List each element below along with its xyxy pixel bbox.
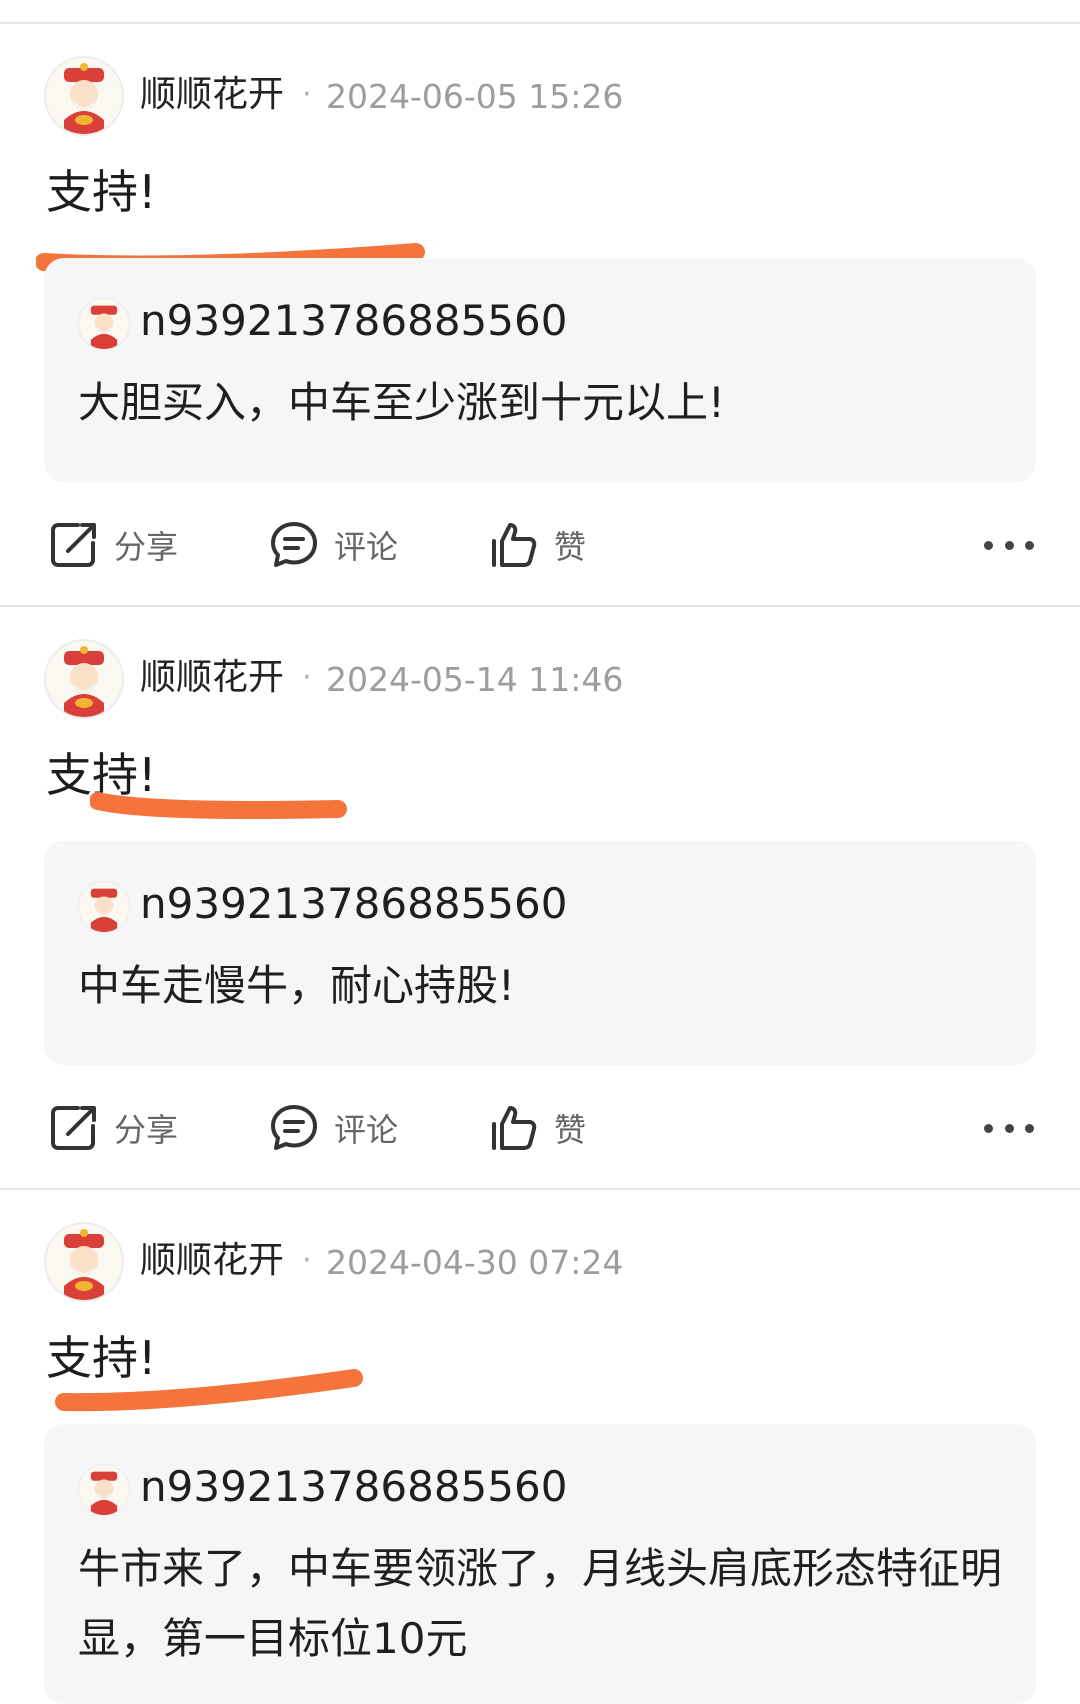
like-button[interactable]: 赞	[488, 500, 586, 590]
share-icon	[51, 523, 96, 567]
more-options-button[interactable]	[984, 1103, 1034, 1153]
quote-text: 牛市来了，中车要领涨了，月线头肩底形态特征明显，第一目标位10元	[78, 1544, 1003, 1663]
share-label: 分享	[114, 528, 179, 566]
comment-button[interactable]: 评论	[268, 1083, 398, 1173]
thumbs-up-icon	[492, 1106, 537, 1150]
quoted-comment[interactable]: n939213786885560 中车走慢牛，耐心持股!	[44, 841, 1036, 1065]
share-button[interactable]: 分享	[48, 500, 178, 590]
author-avatar[interactable]	[44, 56, 124, 136]
quote-text: 中车走慢牛，耐心持股!	[78, 961, 515, 1010]
post-2: 顺顺花开 · 2024-05-14 11:46 支持! n93921378688…	[0, 605, 1080, 1185]
author-name[interactable]: 顺顺花开	[140, 655, 284, 701]
meta-separator: ·	[302, 660, 312, 695]
post-timestamp: 2024-05-14 11:46	[326, 660, 624, 699]
meta-separator: ·	[302, 1243, 312, 1278]
like-button[interactable]: 赞	[488, 1083, 586, 1173]
post-3: 顺顺花开 · 2024-04-30 07:24 支持! n93921378688…	[0, 1188, 1080, 1704]
thumbs-up-icon	[492, 523, 537, 567]
highlight-underline	[55, 1369, 363, 1412]
quote-username[interactable]: n939213786885560	[140, 1460, 567, 1514]
action-bar: 分享 评论 赞	[0, 1083, 1080, 1173]
action-bar: 分享 评论 赞	[0, 500, 1080, 590]
share-label: 分享	[114, 1111, 179, 1149]
post-1: 顺顺花开 · 2024-06-05 15:26 支持! n93921378688…	[0, 22, 1080, 602]
author-name[interactable]: 顺顺花开	[140, 72, 284, 118]
quote-avatar[interactable]	[78, 1464, 130, 1516]
post-timestamp: 2024-04-30 07:24	[326, 1243, 624, 1282]
comment-icon	[271, 1105, 317, 1150]
share-icon	[51, 1106, 96, 1150]
comment-icon	[271, 522, 317, 567]
quote-username[interactable]: n939213786885560	[140, 294, 567, 348]
quote-avatar[interactable]	[78, 881, 130, 933]
comment-button[interactable]: 评论	[268, 500, 398, 590]
highlight-underline	[90, 792, 347, 819]
quoted-comment[interactable]: n939213786885560 牛市来了，中车要领涨了，月线头肩底形态特征明显…	[44, 1424, 1036, 1704]
author-name[interactable]: 顺顺花开	[140, 1238, 284, 1284]
author-avatar[interactable]	[44, 1222, 124, 1302]
comment-label: 评论	[334, 1111, 399, 1149]
more-options-button[interactable]	[984, 520, 1034, 570]
comment-label: 评论	[334, 528, 399, 566]
post-content: 支持!	[46, 165, 157, 219]
meta-separator: ·	[302, 77, 312, 112]
author-avatar[interactable]	[44, 639, 124, 719]
share-button[interactable]: 分享	[48, 1083, 178, 1173]
quote-username[interactable]: n939213786885560	[140, 877, 567, 931]
like-label: 赞	[554, 528, 587, 566]
quoted-comment[interactable]: n939213786885560 大胆买入，中车至少涨到十元以上!	[44, 258, 1036, 482]
quote-text: 大胆买入，中车至少涨到十元以上!	[78, 378, 725, 427]
quote-avatar[interactable]	[78, 298, 130, 350]
like-label: 赞	[554, 1111, 587, 1149]
post-timestamp: 2024-06-05 15:26	[326, 77, 624, 116]
